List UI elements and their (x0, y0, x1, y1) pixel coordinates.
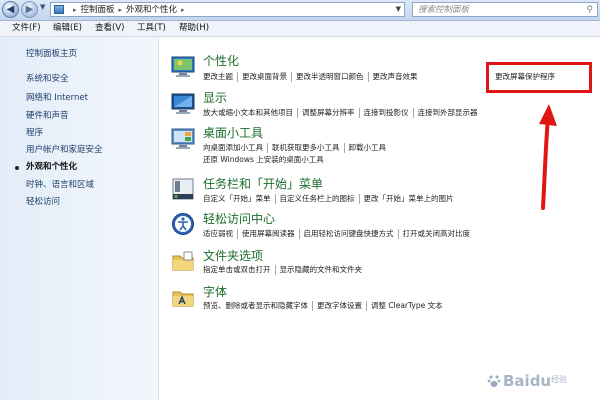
link-show-hidden-files[interactable]: 显示隐藏的文件和文件夹 (276, 265, 367, 275)
baidu-watermark: Baidu 经验 (487, 370, 595, 394)
link-row: 向桌面添加小工具 联机获取更多小工具 卸载小工具 (203, 143, 390, 153)
menu-view[interactable]: 查看(V) (95, 23, 124, 34)
watermark-text: 经验 (551, 375, 567, 384)
search-input[interactable]: 搜索控制面板 ⚲ (412, 2, 598, 17)
control-panel-icon (54, 5, 64, 14)
link-change-window-color[interactable]: 更改半透明窗口颜色 (292, 72, 369, 82)
link-text-size[interactable]: 放大或缩小文本和其他项目 (203, 108, 298, 118)
fonts-icon[interactable] (171, 285, 195, 309)
category-title[interactable]: 显示 (203, 91, 227, 106)
sidebar-item-clock-region[interactable]: 时钟、语言和区域 (26, 180, 94, 191)
link-row: 更改主题 更改桌面背景 更改半透明窗口颜色 更改声音效果 (203, 72, 422, 82)
gadgets-icon[interactable] (171, 126, 195, 150)
link-add-gadgets[interactable]: 向桌面添加小工具 (203, 143, 268, 153)
link-change-theme[interactable]: 更改主题 (203, 72, 238, 82)
forward-button[interactable]: ▶ (21, 1, 38, 18)
category-title[interactable]: 文件夹选项 (203, 249, 263, 264)
link-row: 适应弱视 使用屏幕阅读器 启用轻松访问键盘快捷方式 打开或关闭高对比度 (203, 229, 474, 239)
back-arrow-icon: ◀ (6, 4, 15, 15)
breadcrumb-separator-icon: ▸ (118, 6, 123, 14)
link-screen-resolution[interactable]: 调整屏幕分辨率 (298, 108, 360, 118)
category-title[interactable]: 轻松访问中心 (203, 212, 275, 227)
search-icon[interactable]: ⚲ (586, 4, 593, 16)
sidebar-item-network[interactable]: 网络和 Internet (26, 93, 88, 104)
address-toolbar: ◀ ▶ ▼ ▸ 控制面板 ▸ 外观和个性化 ▸ ▼ 搜索控制面板 ⚲ (0, 0, 600, 21)
sidebar-item-ease-of-access[interactable]: 轻松访问 (26, 197, 60, 208)
menu-tools[interactable]: 工具(T) (137, 23, 166, 34)
link-customize-taskbar-icons[interactable]: 自定义任务栏上的图标 (276, 194, 360, 204)
link-change-sound-effects[interactable]: 更改声音效果 (369, 72, 422, 82)
sidebar-item-appearance: 外观和个性化 (26, 162, 78, 172)
search-placeholder: 搜索控制面板 (418, 5, 470, 15)
highlight-box: 更改屏幕保护程序 (486, 62, 592, 93)
sidebar-item-programs[interactable]: 程序 (26, 128, 43, 139)
folder-options-icon[interactable] (171, 249, 195, 273)
link-row: 自定义「开始」菜单 自定义任务栏上的图标 更改「开始」菜单上的图片 (203, 194, 458, 204)
category-title[interactable]: 任务栏和「开始」菜单 (203, 177, 323, 192)
sidebar: 控制面板主页 系统和安全 网络和 Internet 硬件和声音 程序 用户帐户和… (0, 37, 159, 400)
sidebar-item-home[interactable]: 控制面板主页 (26, 49, 77, 60)
address-bar[interactable]: ▸ 控制面板 ▸ 外观和个性化 ▸ ▼ (50, 2, 405, 17)
paw-logo-icon (487, 375, 501, 387)
history-dropdown-icon[interactable]: ▼ (40, 3, 45, 11)
link-single-double-click[interactable]: 指定单击或双击打开 (203, 265, 276, 275)
link-connect-projector[interactable]: 连接到投影仪 (360, 108, 414, 118)
link-change-screensaver[interactable]: 更改屏幕保护程序 (495, 72, 555, 82)
category-title[interactable]: 个性化 (203, 54, 239, 69)
breadcrumb-item[interactable]: 控制面板 (81, 5, 115, 15)
link-screen-reader[interactable]: 使用屏幕阅读器 (238, 229, 300, 239)
forward-arrow-icon: ▶ (25, 4, 34, 15)
address-dropdown-icon[interactable]: ▼ (396, 5, 401, 13)
menu-help[interactable]: 帮助(H) (179, 23, 209, 34)
category-title[interactable]: 字体 (203, 285, 227, 300)
link-row: 还原 Windows 上安装的桌面小工具 (203, 155, 328, 165)
link-customize-start-menu[interactable]: 自定义「开始」菜单 (203, 194, 276, 204)
menu-edit[interactable]: 编辑(E) (53, 23, 82, 34)
link-row: 指定单击或双击打开 显示隐藏的文件和文件夹 (203, 265, 366, 275)
current-item-bullet-icon (15, 166, 19, 170)
sidebar-item-user-accounts[interactable]: 用户帐户和家庭安全 (26, 145, 103, 156)
breadcrumb-separator-icon: ▸ (73, 6, 77, 14)
link-row: 预览、删除或者显示和隐藏字体 更改字体设置 调整 ClearType 文本 (203, 301, 447, 311)
link-font-settings[interactable]: 更改字体设置 (313, 301, 367, 311)
link-row: 放大或缩小文本和其他项目 调整屏幕分辨率 连接到投影仪 连接到外部显示器 (203, 108, 482, 118)
personalization-icon[interactable] (171, 54, 195, 78)
menu-bar: 文件(F) 编辑(E) 查看(V) 工具(T) 帮助(H) (0, 21, 600, 37)
breadcrumb: ▸ 控制面板 ▸ 外观和个性化 ▸ (69, 4, 189, 16)
back-button[interactable]: ◀ (2, 1, 19, 18)
display-icon[interactable] (171, 91, 195, 115)
link-change-start-picture[interactable]: 更改「开始」菜单上的图片 (360, 194, 458, 204)
link-change-desktop-background[interactable]: 更改桌面背景 (238, 72, 292, 82)
sidebar-item-system-security[interactable]: 系统和安全 (26, 74, 69, 85)
link-more-gadgets-online[interactable]: 联机获取更多小工具 (268, 143, 345, 153)
breadcrumb-separator-icon: ▸ (181, 6, 185, 14)
sidebar-item-hardware-sound[interactable]: 硬件和声音 (26, 111, 69, 122)
breadcrumb-item[interactable]: 外观和个性化 (126, 5, 177, 15)
taskbar-icon[interactable] (171, 177, 195, 201)
ease-of-access-icon[interactable] (171, 212, 195, 236)
link-high-contrast[interactable]: 打开或关闭高对比度 (399, 229, 475, 239)
link-keyboard-shortcuts[interactable]: 启用轻松访问键盘快捷方式 (300, 229, 399, 239)
link-uninstall-gadget[interactable]: 卸载小工具 (345, 143, 391, 153)
category-title[interactable]: 桌面小工具 (203, 126, 263, 141)
link-cleartype[interactable]: 调整 ClearType 文本 (367, 301, 447, 311)
link-preview-fonts[interactable]: 预览、删除或者显示和隐藏字体 (203, 301, 313, 311)
watermark-brand: Baidu (503, 372, 552, 390)
menu-file[interactable]: 文件(F) (12, 23, 41, 34)
link-external-display[interactable]: 连接到外部显示器 (414, 108, 482, 118)
link-low-vision[interactable]: 适应弱视 (203, 229, 238, 239)
link-restore-gadgets[interactable]: 还原 Windows 上安装的桌面小工具 (203, 155, 328, 165)
